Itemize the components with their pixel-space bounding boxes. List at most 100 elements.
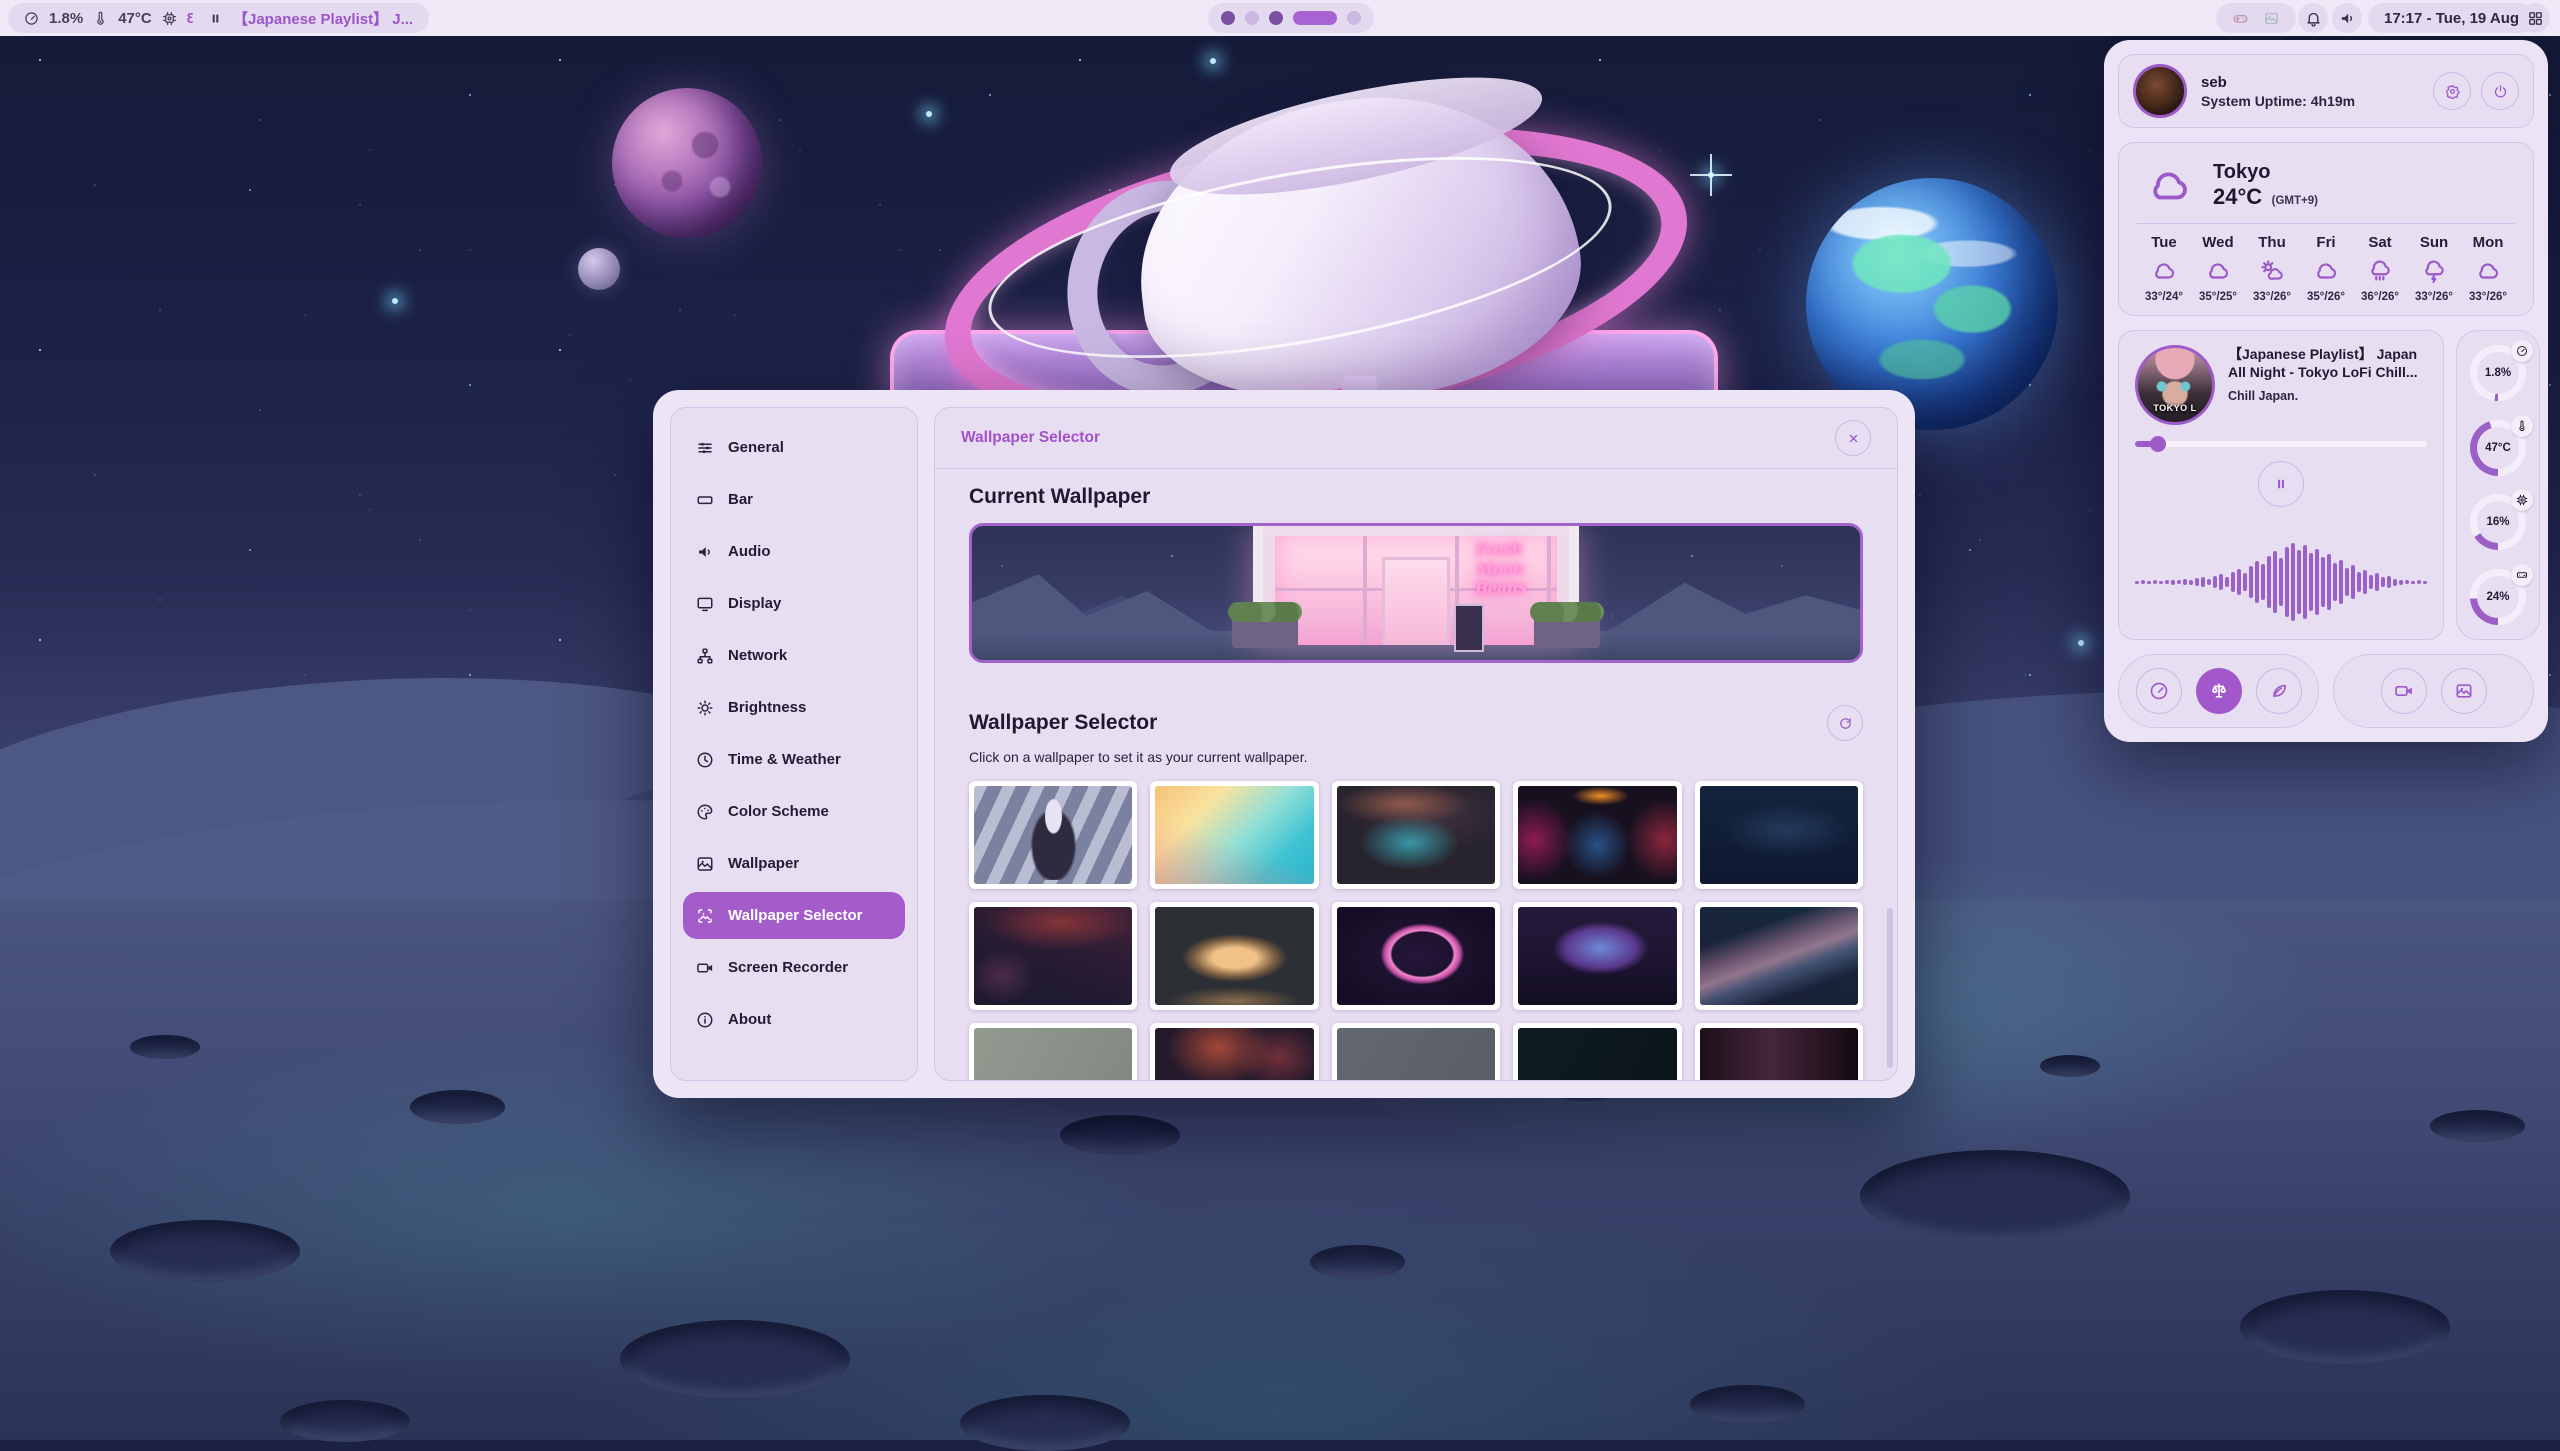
sidebar-item-display[interactable]: Display: [683, 580, 905, 627]
workspaces-pill: [1208, 3, 1374, 33]
volume-button[interactable]: [2332, 3, 2362, 33]
notifications-button[interactable]: [2298, 3, 2328, 33]
stat-ring-thermometer: 47°C: [2470, 420, 2526, 476]
visualizer-bar: [2363, 570, 2367, 594]
sidebar-item-wallpaper-selector[interactable]: Wallpaper Selector: [683, 892, 905, 939]
sidebar-item-wallpaper[interactable]: Wallpaper: [683, 840, 905, 887]
leaf-icon: [2269, 681, 2289, 701]
system-tray[interactable]: [2216, 3, 2296, 33]
media-pill[interactable]: 【Japanese Playlist】 J...: [192, 3, 429, 33]
weather-card: Tokyo 24°C (GMT+9) Tue 33°/24° Wed 35°/2…: [2118, 142, 2534, 316]
wallpaper-thumbnail-maroon-haze[interactable]: [1695, 1023, 1863, 1081]
media-player-card: TOKYO L 【Japanese Playlist】 Japan All Ni…: [2118, 330, 2444, 640]
close-button[interactable]: [1835, 420, 1871, 456]
workspace-dot-empty[interactable]: [1347, 11, 1361, 25]
bright-star: [2078, 640, 2084, 646]
sidebar-item-bar[interactable]: Bar: [683, 476, 905, 523]
screenshot-button[interactable]: [2441, 668, 2487, 714]
divider: [2137, 223, 2515, 224]
seek-slider[interactable]: [2135, 441, 2427, 447]
visualizer-bar: [2381, 577, 2385, 587]
sidebar-item-brightness[interactable]: Brightness: [683, 684, 905, 731]
workspace-dot-occupied[interactable]: [1221, 11, 1235, 25]
top-bar: 1.8%47°C8G 【Japanese Playlist】 J... 17:1…: [0, 0, 2560, 36]
wallpaper-image: [974, 907, 1132, 1005]
refresh-icon: [1838, 716, 1853, 731]
wallpaper-thumbnail-neon-arcade[interactable]: [1513, 781, 1681, 889]
screen-record-button[interactable]: [2381, 668, 2427, 714]
sidebar-item-about[interactable]: About: [683, 996, 905, 1043]
visualizer-bar: [2255, 561, 2259, 603]
crater: [1860, 1150, 2130, 1242]
workspace-dot-active[interactable]: [1293, 11, 1337, 25]
clock[interactable]: 17:17 - Tue, 19 Aug: [2368, 3, 2535, 33]
visualizer-bar: [2135, 581, 2139, 584]
tray-controller-icon[interactable]: [2232, 10, 2249, 27]
user-name: seb: [2201, 73, 2355, 93]
brightness-icon: [696, 699, 714, 717]
visualizer-bar: [2213, 576, 2217, 588]
purple-planet: [612, 88, 762, 238]
system-stats-pill[interactable]: 1.8%47°C8G: [8, 3, 223, 33]
scrollbar-thumb[interactable]: [1887, 908, 1893, 1068]
preview-cafe: FreshMoonBeans: [1253, 526, 1579, 645]
media-pill-label: 【Japanese Playlist】 J...: [233, 8, 413, 29]
stat-ring-badge: [2511, 489, 2533, 511]
cloud-icon: [2151, 258, 2177, 284]
recorder-icon: [696, 959, 714, 977]
avatar: [2133, 64, 2187, 118]
wallpaper-image: [1518, 786, 1676, 884]
gauge-icon: [2149, 681, 2169, 701]
visualizer-bar: [2159, 581, 2163, 584]
wallpaper-thumbnail-ember-ridge[interactable]: [969, 902, 1137, 1010]
sidebar-item-time-weather[interactable]: Time & Weather: [683, 736, 905, 783]
workspace-dot-empty[interactable]: [1245, 11, 1259, 25]
visualizer-bar: [2243, 573, 2247, 591]
wallpaper-image: [1700, 907, 1858, 1005]
power-button[interactable]: [2481, 72, 2519, 110]
visualizer-bar: [2141, 580, 2145, 584]
sidebar-item-general[interactable]: General: [683, 424, 905, 471]
sidebar-item-label: Brightness: [728, 699, 806, 716]
wallpaper-thumbnail-lofi-coffee-shop[interactable]: [1150, 902, 1318, 1010]
seek-knob[interactable]: [2150, 436, 2166, 452]
album-art: TOKYO L: [2135, 345, 2215, 425]
wallpaper-thumbnail-pastel-gradient[interactable]: [1150, 781, 1318, 889]
visualizer-bar: [2171, 580, 2175, 585]
sidebar-item-audio[interactable]: Audio: [683, 528, 905, 575]
overview-button[interactable]: [2520, 3, 2550, 33]
forecast-day: Tue 33°/24°: [2139, 234, 2189, 303]
selector-header-row: Wallpaper Selector: [969, 705, 1863, 741]
wallpaper-thumbnail-magenta-ring[interactable]: [1332, 902, 1500, 1010]
power-profile-performance-button[interactable]: [2136, 668, 2182, 714]
play-pause-button[interactable]: [2258, 461, 2304, 507]
disk-icon: [2516, 569, 2528, 581]
wallpaper-thumbnail-aurora-blur[interactable]: [1332, 781, 1500, 889]
wallpaper-thumbnail-snow-forest[interactable]: [1695, 781, 1863, 889]
wallpaper-thumbnail-sage-mist[interactable]: [969, 1023, 1137, 1081]
display-icon: [696, 595, 714, 613]
power-profile-power-saver-button[interactable]: [2256, 668, 2302, 714]
wallpaper-thumbnail-dark-teal[interactable]: [1513, 1023, 1681, 1081]
sidebar-item-label: Wallpaper Selector: [728, 907, 863, 924]
power-profile-balanced-button[interactable]: [2196, 668, 2242, 714]
forecast-day-name: Fri: [2316, 234, 2335, 251]
wallpaper-thumbnail-anime-crosswalk[interactable]: [969, 781, 1137, 889]
audio-visualizer: [2135, 539, 2427, 625]
wallpaper-thumbnail-grey-slate[interactable]: [1332, 1023, 1500, 1081]
sidebar-item-network[interactable]: Network: [683, 632, 905, 679]
sidebar-item-label: Display: [728, 595, 781, 612]
wallpaper-thumbnail-crimson-grove[interactable]: [1150, 1023, 1318, 1081]
workspace-dot-occupied[interactable]: [1269, 11, 1283, 25]
refresh-button[interactable]: [1827, 705, 1863, 741]
wallpaper-thumbnail-particle-wave[interactable]: [1695, 902, 1863, 1010]
volume-icon: [2339, 10, 2356, 27]
tray-picture-icon[interactable]: [2263, 10, 2280, 27]
settings-button[interactable]: [2433, 72, 2471, 110]
cloud-icon: [2205, 258, 2231, 284]
bar-icon: [696, 491, 714, 509]
sidebar-item-color-scheme[interactable]: Color Scheme: [683, 788, 905, 835]
sidebar-item-screen-recorder[interactable]: Screen Recorder: [683, 944, 905, 991]
settings-content: Current Wallpaper FreshMoonBeans Wallpap…: [935, 469, 1897, 1081]
wallpaper-thumbnail-nebula-forest[interactable]: [1513, 902, 1681, 1010]
